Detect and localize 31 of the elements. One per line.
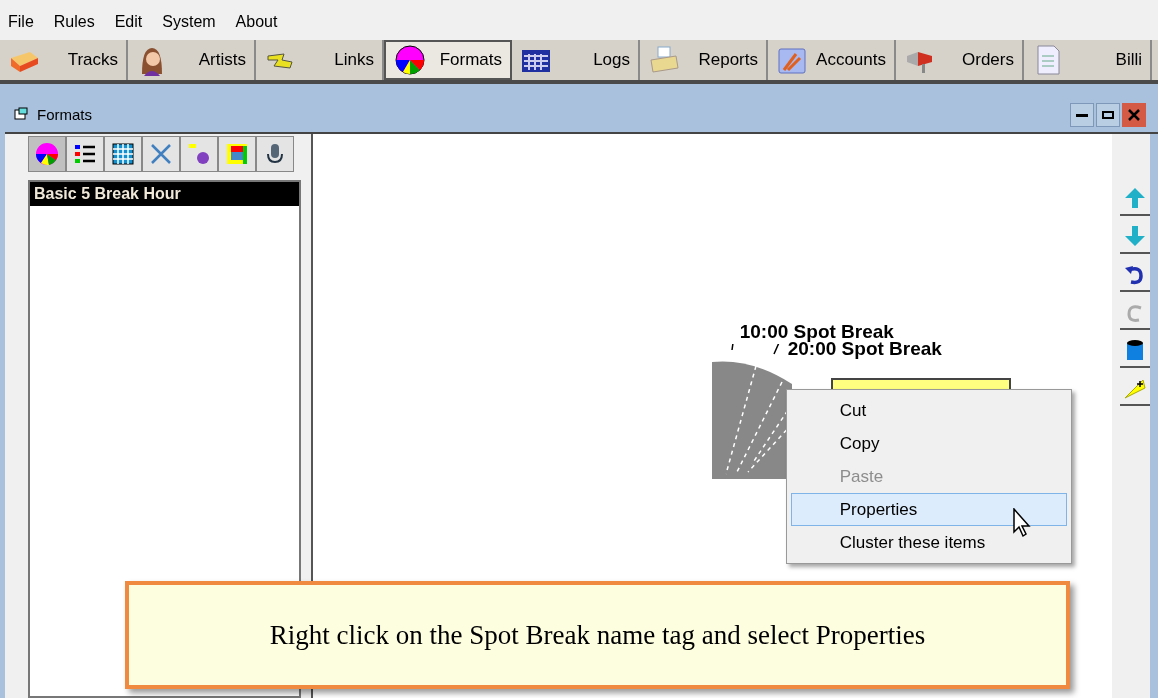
color-bars-icon	[225, 142, 249, 166]
spot-break-label[interactable]: 10:00 Spot Break	[739, 322, 894, 341]
menu-item[interactable]: About	[235, 10, 278, 34]
menu-item[interactable]: File	[8, 10, 34, 34]
format-list-item[interactable]: Basic 5 Break Hour	[30, 182, 299, 206]
callout-text: Right click on the Spot Break name tag and select Properties	[269, 618, 926, 652]
context-menu-item[interactable]: Cluster these items	[790, 526, 1067, 559]
pie-chart-icon	[394, 44, 426, 76]
panel-tab[interactable]	[256, 136, 294, 172]
context-menu-item[interactable]: Copy	[790, 427, 1067, 460]
menu-item[interactable]: Rules	[53, 10, 95, 34]
close-icon	[1128, 109, 1140, 121]
disc-icon	[187, 142, 211, 166]
toolbar-button[interactable]: Formats	[384, 40, 512, 80]
panel-tab[interactable]	[66, 136, 104, 172]
mouse-cursor-icon	[1012, 508, 1033, 538]
list-icon	[73, 142, 97, 166]
menu-item[interactable]: System	[162, 10, 216, 34]
close-button[interactable]	[1122, 103, 1146, 127]
window-title: Formats	[37, 104, 92, 125]
panel-tab[interactable]	[28, 136, 66, 172]
maximize-button[interactable]	[1096, 103, 1120, 127]
grid-icon	[111, 142, 135, 166]
minimize-button[interactable]	[1070, 103, 1094, 127]
menu-item[interactable]: Edit	[114, 10, 143, 34]
pie-chart-icon	[35, 142, 59, 166]
panel-tab[interactable]	[104, 136, 142, 172]
down-arrow-icon	[1123, 224, 1147, 248]
context-menu-item[interactable]: Properties	[790, 493, 1067, 526]
context-menu-item[interactable]: Cut	[790, 394, 1067, 427]
up-arrow-icon	[1123, 186, 1147, 210]
